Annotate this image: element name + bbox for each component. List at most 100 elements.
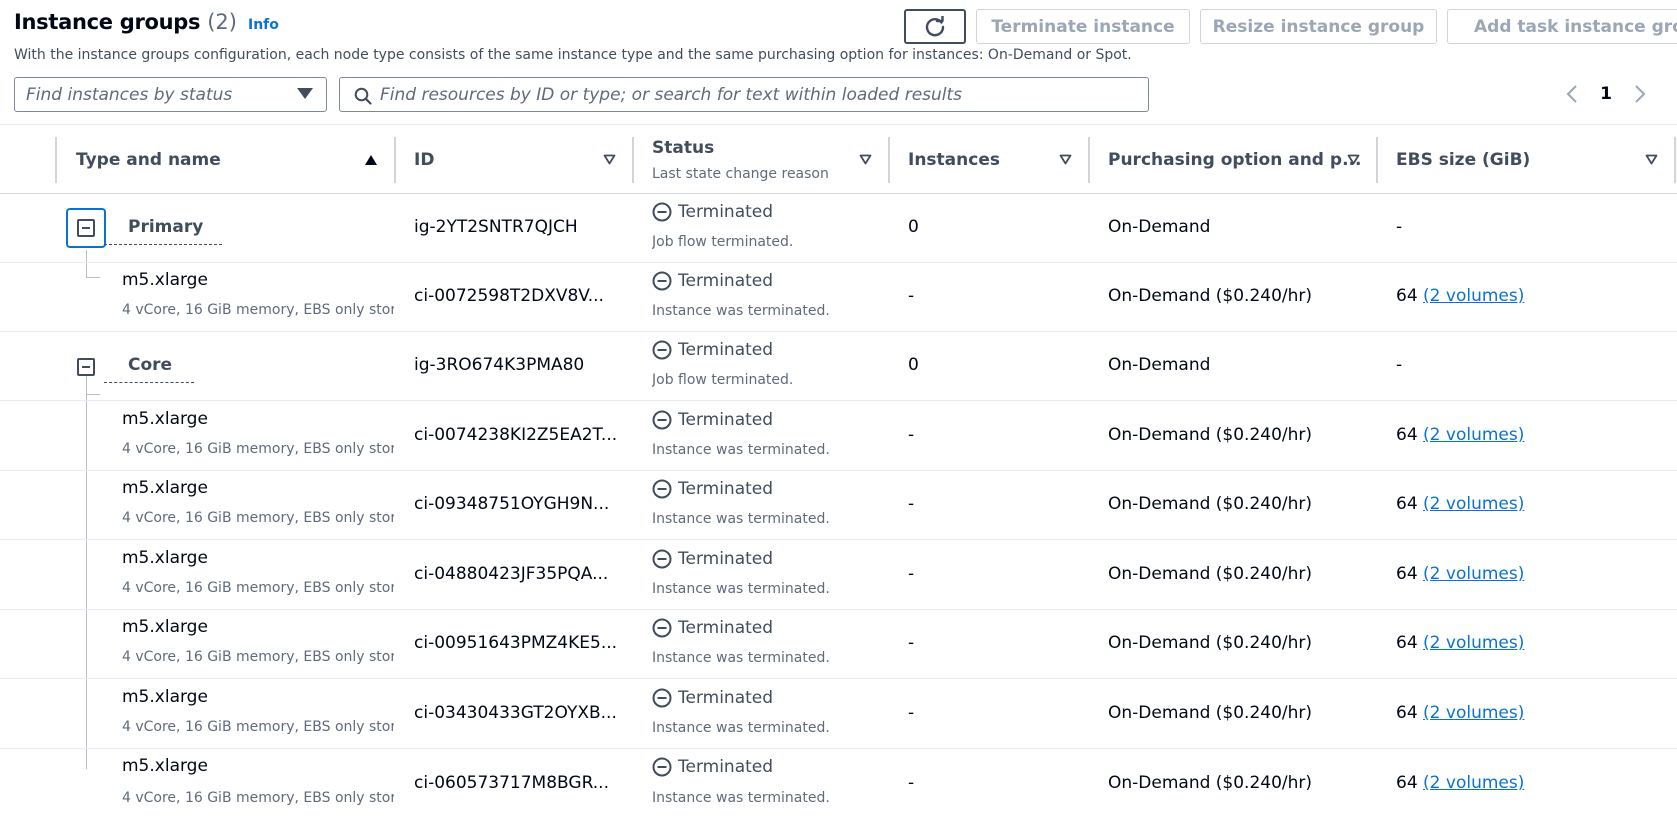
column-header-label: Status: [652, 138, 715, 158]
column-header-ebs-size[interactable]: EBS size (GiB): [1378, 125, 1674, 195]
instance-spec: 4 vCore, 16 GiB memory, EBS only storage: [122, 580, 394, 596]
search-icon: [354, 87, 372, 105]
column-header-sublabel: Last state change reason: [652, 166, 829, 182]
resize-instance-group-button[interactable]: Resize instance group: [1200, 9, 1437, 44]
status-indicator: Terminated: [652, 618, 773, 638]
sort-icon: [1347, 154, 1360, 165]
pagination: 1: [1560, 80, 1652, 108]
table-row-group-primary[interactable]: Primary ig-2YT2SNTR7QJCH Terminated Job …: [0, 194, 1677, 263]
column-header-instances[interactable]: Instances: [890, 125, 1088, 195]
instance-type: m5.xlarge: [122, 270, 208, 290]
instance-id: ci-060573717M8BGR...: [414, 773, 609, 793]
collapse-icon: [77, 219, 95, 237]
table-row[interactable]: m5.xlarge 4 vCore, 16 GiB memory, EBS on…: [0, 402, 1677, 471]
column-separator[interactable]: [1674, 137, 1676, 183]
collapse-core-button[interactable]: [75, 356, 97, 378]
status-text: Terminated: [678, 271, 774, 291]
status-reason: Instance was terminated.: [652, 581, 830, 597]
status-reason: Instance was terminated.: [652, 303, 830, 319]
table-row[interactable]: m5.xlarge 4 vCore, 16 GiB memory, EBS on…: [0, 541, 1677, 610]
instance-spec: 4 vCore, 16 GiB memory, EBS only storage: [122, 649, 394, 665]
table-row[interactable]: m5.xlarge 4 vCore, 16 GiB memory, EBS on…: [0, 680, 1677, 749]
ebs-volumes-link[interactable]: (2 volumes): [1423, 773, 1524, 793]
status-reason: Instance was terminated.: [652, 511, 830, 527]
status-text: Terminated: [678, 202, 774, 222]
column-header-type-name[interactable]: Type and name: [56, 125, 394, 195]
status-indicator: Terminated: [652, 479, 773, 499]
ebs-size-value: 64: [1396, 494, 1418, 514]
status-indicator: Terminated: [652, 271, 773, 291]
ebs-size: 64 (2 volumes): [1396, 773, 1524, 793]
previous-page-button[interactable]: [1560, 84, 1584, 104]
column-header-purchasing-option[interactable]: Purchasing option and p...: [1090, 125, 1376, 195]
status-text: Terminated: [678, 410, 774, 430]
ebs-size-value: 64: [1396, 633, 1418, 653]
refresh-button[interactable]: [904, 9, 966, 44]
instance-type: m5.xlarge: [122, 478, 208, 498]
ebs-size-value: 64: [1396, 703, 1418, 723]
terminated-status-icon: [652, 340, 672, 360]
ebs-size: 64 (2 volumes): [1396, 703, 1524, 723]
purchasing-option: On-Demand ($0.240/hr): [1108, 494, 1313, 514]
group-count: (2): [207, 10, 237, 34]
status-reason: Instance was terminated.: [652, 790, 830, 806]
add-task-instance-group-button[interactable]: Add task instance group: [1447, 9, 1677, 44]
table-row[interactable]: m5.xlarge 4 vCore, 16 GiB memory, EBS on…: [0, 610, 1677, 679]
next-page-button[interactable]: [1628, 84, 1652, 104]
ebs-size-value: 64: [1396, 425, 1418, 445]
status-reason: Instance was terminated.: [652, 650, 830, 666]
terminated-status-icon: [652, 479, 672, 499]
table-row-group-core[interactable]: Core ig-3RO674K3PMA80 Terminated Job flo…: [0, 332, 1677, 401]
table-row[interactable]: m5.xlarge 4 vCore, 16 GiB memory, EBS on…: [0, 263, 1677, 332]
current-page-number[interactable]: 1: [1584, 84, 1628, 104]
table-row[interactable]: m5.xlarge 4 vCore, 16 GiB memory, EBS on…: [0, 471, 1677, 540]
ebs-volumes-link[interactable]: (2 volumes): [1423, 286, 1524, 306]
search-field[interactable]: [339, 77, 1149, 112]
ebs-size: 64 (2 volumes): [1396, 494, 1524, 514]
terminated-status-icon: [652, 618, 672, 638]
instance-spec: 4 vCore, 16 GiB memory, EBS only storage: [122, 302, 394, 318]
chevron-left-icon: [1566, 85, 1577, 103]
instance-count: -: [908, 564, 915, 584]
status-reason: Job flow terminated.: [652, 372, 794, 388]
terminated-status-icon: [652, 202, 672, 222]
instance-id: ci-09348751OYGH9N...: [414, 494, 610, 514]
sort-icon: [1645, 154, 1658, 165]
group-name: Primary: [128, 217, 204, 237]
ebs-size: 64 (2 volumes): [1396, 425, 1524, 445]
instance-type: m5.xlarge: [122, 548, 208, 568]
status-reason: Job flow terminated.: [652, 234, 794, 250]
info-link[interactable]: Info: [248, 17, 279, 33]
column-header-label: Type and name: [76, 150, 221, 170]
ebs-size-value: 64: [1396, 286, 1418, 306]
purchasing-option: On-Demand ($0.240/hr): [1108, 425, 1313, 445]
collapse-primary-button[interactable]: [66, 208, 106, 248]
column-header-status[interactable]: Status Last state change reason: [634, 125, 888, 195]
instance-spec: 4 vCore, 16 GiB memory, EBS only storage: [122, 719, 394, 735]
instance-count: -: [908, 494, 915, 514]
ebs-volumes-link[interactable]: (2 volumes): [1423, 425, 1524, 445]
status-indicator: Terminated: [652, 202, 773, 222]
sort-icon: [859, 154, 872, 165]
instance-count: 0: [908, 217, 919, 237]
ebs-volumes-link[interactable]: (2 volumes): [1423, 564, 1524, 584]
terminate-instance-button[interactable]: Terminate instance: [976, 9, 1190, 44]
instance-id: ci-00951643PMZ4KE5...: [414, 633, 618, 653]
instance-count: -: [908, 773, 915, 793]
status-text: Terminated: [678, 549, 774, 569]
ebs-volumes-link[interactable]: (2 volumes): [1423, 633, 1524, 653]
ebs-size-value: 64: [1396, 564, 1418, 584]
caret-down-icon: [297, 88, 313, 99]
terminated-status-icon: [652, 271, 672, 291]
purchasing-option: On-Demand ($0.240/hr): [1108, 703, 1313, 723]
ebs-size: 64 (2 volumes): [1396, 564, 1524, 584]
column-header-label: Purchasing option and p...: [1108, 150, 1362, 170]
column-header-id[interactable]: ID: [396, 125, 632, 195]
instance-id: ci-0072598T2DXV8V...: [414, 286, 604, 306]
ebs-volumes-link[interactable]: (2 volumes): [1423, 703, 1524, 723]
search-input[interactable]: [380, 84, 1140, 105]
ebs-volumes-link[interactable]: (2 volumes): [1423, 494, 1524, 514]
table-row[interactable]: m5.xlarge 4 vCore, 16 GiB memory, EBS on…: [0, 749, 1677, 816]
terminated-status-icon: [652, 757, 672, 777]
status-filter-select[interactable]: Find instances by status: [14, 77, 327, 112]
